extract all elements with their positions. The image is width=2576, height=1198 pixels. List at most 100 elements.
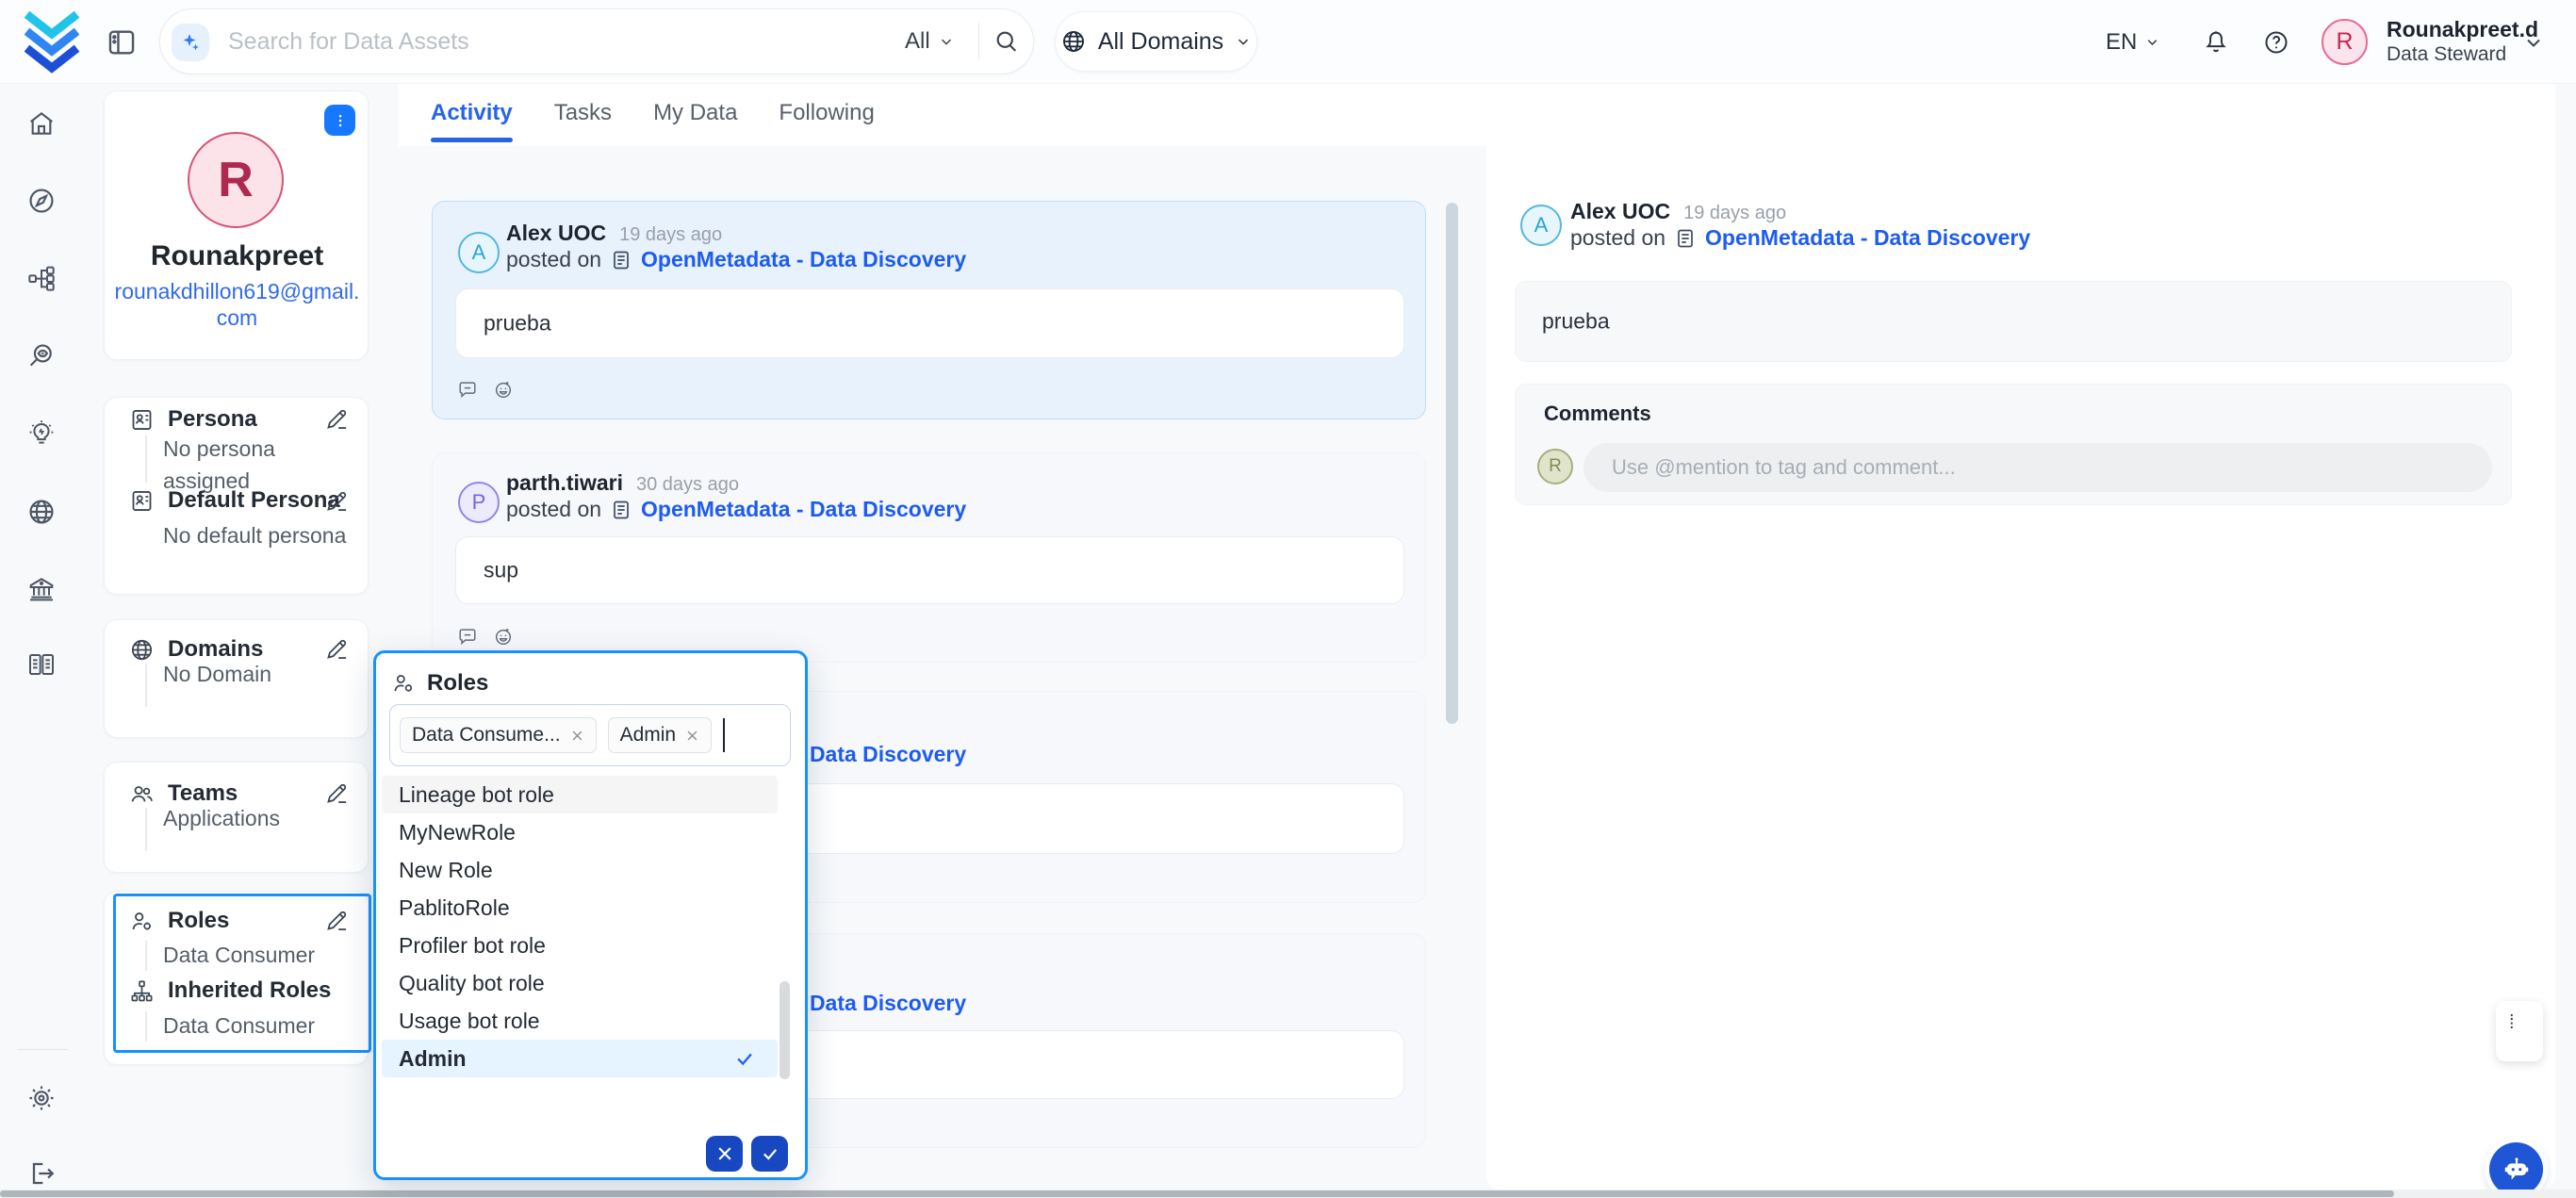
post-target-link[interactable]: OpenMetadata - Data Discovery	[641, 497, 966, 522]
roles-title: Roles	[168, 908, 229, 934]
post-target-link[interactable]: OpenMetadata - Data Discovery	[641, 247, 966, 272]
user-name: Rounakpreet.d	[2387, 16, 2519, 42]
comment-input[interactable]: Use @mention to tag and comment...	[1583, 443, 2492, 492]
tab-tasks[interactable]: Tasks	[554, 84, 612, 146]
post-message: prueba	[484, 311, 551, 336]
language-dropdown[interactable]: EN	[2106, 0, 2160, 84]
glossary-icon[interactable]	[20, 643, 63, 686]
reply-icon[interactable]	[457, 379, 478, 400]
insights-icon[interactable]	[20, 412, 63, 455]
domains-icon[interactable]	[20, 490, 63, 533]
role-option[interactable]: PablitoRole	[382, 889, 778, 927]
post-author[interactable]: Alex UOC	[506, 221, 606, 246]
post-message-box: prueba	[455, 288, 1404, 358]
search-scope-dropdown[interactable]: All	[905, 9, 955, 74]
teams-card: Teams Applications	[104, 762, 369, 873]
tab-activity[interactable]: Activity	[431, 84, 513, 146]
avatar-initial: R	[2336, 28, 2353, 56]
ai-sparkle-icon[interactable]	[172, 24, 209, 61]
announcement-doc-icon	[610, 249, 632, 271]
edit-persona-icon[interactable]	[324, 406, 350, 432]
govern-icon[interactable]	[20, 567, 63, 611]
home-icon[interactable]	[20, 102, 63, 145]
chevron-down-icon[interactable]	[2522, 31, 2545, 54]
profile-more-button[interactable]	[324, 105, 355, 136]
divider	[145, 1011, 147, 1042]
top-bar: Search for Data Assets All All Domains E…	[0, 0, 2576, 84]
avatar-initial: R	[1549, 456, 1562, 477]
global-search: Search for Data Assets All	[159, 8, 1034, 74]
profile-card: R Rounakpreet rounakdhillon619@gmail.com	[104, 90, 369, 360]
openmetadata-logo[interactable]	[23, 11, 81, 74]
post-time: 19 days ago	[1683, 203, 1786, 224]
chip-label: Admin	[620, 724, 677, 747]
post-action: posted on	[1570, 225, 1665, 251]
role-option[interactable]: MyNewRole	[382, 813, 778, 851]
comments-title: Comments	[1544, 402, 1651, 426]
search-input[interactable]: Search for Data Assets	[228, 9, 469, 74]
horizontal-scrollbar-thumb[interactable]	[0, 1190, 2394, 1197]
notifications-bell-icon[interactable]	[2203, 29, 2229, 56]
emoji-reaction-icon[interactable]	[493, 626, 514, 647]
feed-scrollbar[interactable]	[1446, 203, 1458, 724]
all-domains-dropdown[interactable]: All Domains	[1055, 11, 1257, 72]
reply-icon[interactable]	[457, 626, 478, 647]
role-option-selected[interactable]: Admin	[382, 1040, 778, 1077]
post-author[interactable]: Alex UOC	[1570, 199, 1670, 224]
options-scrollbar[interactable]	[779, 981, 790, 1079]
confirm-button[interactable]	[751, 1136, 788, 1172]
divider	[145, 808, 147, 851]
role-option[interactable]: Profiler bot role	[382, 927, 778, 964]
default-persona-value: No default persona	[163, 519, 346, 551]
text-cursor	[723, 718, 725, 752]
persona-title: Persona	[168, 406, 257, 433]
edit-teams-icon[interactable]	[324, 780, 350, 806]
role-option[interactable]: Lineage bot role	[382, 776, 778, 813]
horizontal-scrollbar[interactable]	[0, 1190, 2576, 1198]
post-action: posted on	[506, 247, 601, 272]
all-domains-label: All Domains	[1098, 28, 1223, 56]
profile-email-link[interactable]: rounakdhillon619@gmail.com	[114, 278, 360, 331]
edit-roles-icon[interactable]	[324, 908, 350, 933]
remove-chip-icon[interactable]	[685, 729, 699, 743]
roles-multiselect[interactable]: Data Consume... Admin	[389, 704, 791, 766]
settings-icon[interactable]	[20, 1076, 63, 1120]
inherited-roles-value: Data Consumer	[163, 1009, 315, 1042]
search-icon[interactable]	[993, 28, 1020, 55]
popup-title: Roles	[427, 670, 488, 697]
post-action: posted on	[506, 497, 601, 522]
chat-bot-button[interactable]	[2489, 1142, 2543, 1196]
check-icon	[761, 1144, 779, 1163]
observability-icon[interactable]	[20, 334, 63, 377]
role-option[interactable]: Quality bot role	[382, 964, 778, 1002]
emoji-reaction-icon[interactable]	[493, 379, 514, 400]
user-role: Data Steward	[2387, 42, 2519, 67]
edit-default-persona-icon[interactable]	[324, 488, 350, 514]
announcement-doc-icon	[1674, 227, 1697, 250]
profile-tabs: Activity Tasks My Data Following	[399, 84, 2555, 146]
avatar: P	[458, 482, 500, 523]
lineage-icon[interactable]	[20, 256, 63, 300]
roles-card: Roles Data Consumer Inherited Roles Data…	[104, 891, 369, 1065]
tab-my-data[interactable]: My Data	[653, 84, 737, 146]
feed-post[interactable]: A Alex UOC 19 days ago posted on OpenMet…	[432, 201, 1426, 419]
teams-value: Applications	[163, 802, 280, 834]
roles-value: Data Consumer	[163, 939, 315, 971]
explore-icon[interactable]	[20, 179, 63, 222]
role-option[interactable]: Usage bot role	[382, 1002, 778, 1040]
role-option[interactable]: New Role	[382, 851, 778, 889]
tab-following[interactable]: Following	[779, 84, 874, 146]
remove-chip-icon[interactable]	[570, 729, 584, 743]
announcement-doc-icon	[610, 499, 632, 521]
help-icon[interactable]	[2263, 29, 2289, 56]
user-menu[interactable]: Rounakpreet.d Data Steward	[2387, 16, 2519, 67]
user-avatar[interactable]: R	[2322, 19, 2368, 65]
divider	[17, 1049, 68, 1050]
post-author[interactable]: parth.tiwari	[506, 470, 623, 496]
sidebar-toggle-icon[interactable]	[106, 26, 138, 58]
collapsed-panel-handle[interactable]: ⁞	[2496, 1001, 2543, 1061]
feed-post[interactable]: P parth.tiwari 30 days ago posted on Ope…	[432, 452, 1426, 663]
edit-domains-icon[interactable]	[324, 636, 350, 662]
cancel-button[interactable]	[706, 1136, 743, 1172]
post-target-link[interactable]: OpenMetadata - Data Discovery	[1705, 225, 2030, 251]
